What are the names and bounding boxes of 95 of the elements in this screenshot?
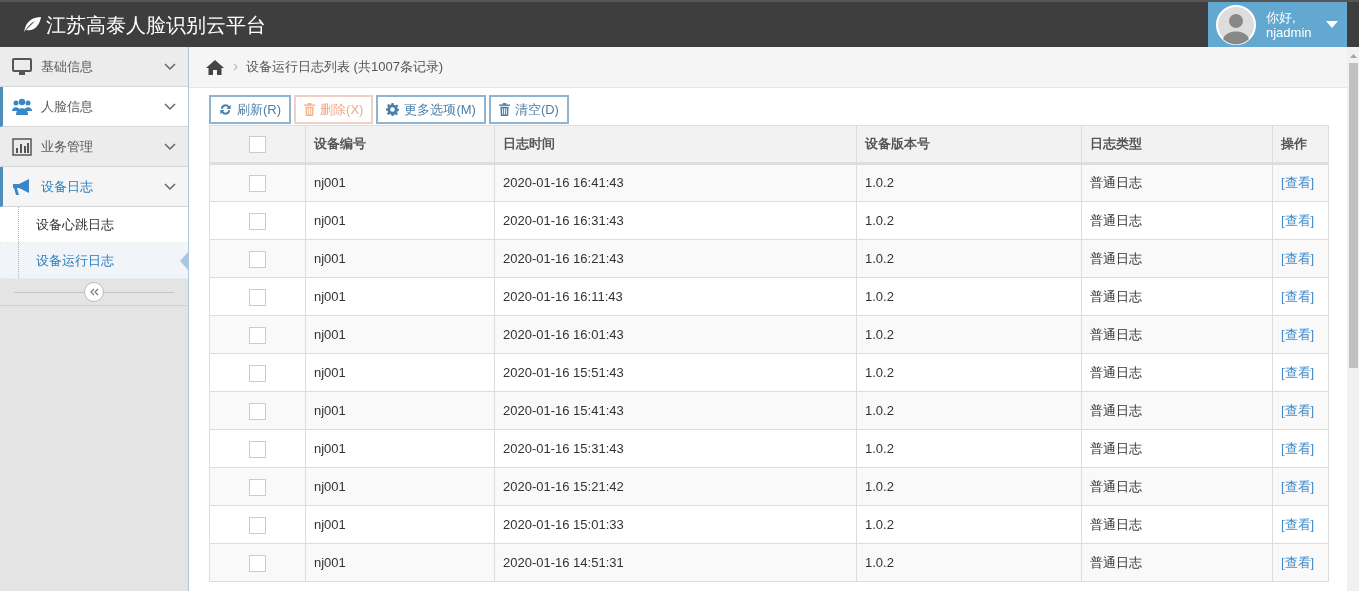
table-cell: 普通日志 <box>1081 277 1273 316</box>
column-header: 日志类型 <box>1081 125 1273 164</box>
breadcrumb-text: 设备运行日志列表 (共1007条记录) <box>246 58 444 77</box>
table-cell: 普通日志 <box>1081 353 1273 392</box>
column-header: 设备版本号 <box>856 125 1082 164</box>
table-cell: 2020-01-16 15:21:42 <box>494 467 857 506</box>
bullhorn-icon <box>12 177 32 196</box>
users-icon <box>12 97 32 116</box>
table-cell: nj001 <box>305 391 495 430</box>
table-cell: 2020-01-16 15:31:43 <box>494 429 857 468</box>
menu-item[interactable]: 设备日志 <box>0 167 188 207</box>
trash-icon <box>304 103 316 116</box>
chevron-down-icon <box>164 62 176 71</box>
table-cell: 2020-01-16 16:11:43 <box>494 277 857 316</box>
avatar-icon <box>1216 4 1256 45</box>
table-cell: 1.0.2 <box>856 543 1082 582</box>
table-cell: 2020-01-16 16:31:43 <box>494 201 857 240</box>
scroll-up-icon[interactable] <box>1349 54 1357 58</box>
home-icon[interactable] <box>206 59 224 75</box>
toolbar-button[interactable]: 刷新(R) <box>209 95 292 124</box>
checkbox[interactable] <box>249 212 266 230</box>
checkbox[interactable] <box>249 478 266 496</box>
checkbox[interactable] <box>249 288 266 306</box>
table-cell: 2020-01-16 15:51:43 <box>494 353 857 392</box>
column-header: 设备编号 <box>305 125 495 164</box>
table-cell: 1.0.2 <box>856 315 1082 354</box>
table-cell: nj001 <box>305 239 495 278</box>
column-header: 操作 <box>1272 125 1329 164</box>
table-cell: 普通日志 <box>1081 315 1273 354</box>
menu-item[interactable]: 基础信息 <box>0 47 188 87</box>
table-cell: nj001 <box>305 277 495 316</box>
checkbox[interactable] <box>249 516 266 534</box>
checkbox[interactable] <box>249 326 266 344</box>
table-cell: nj001 <box>305 315 495 354</box>
bar-chart-icon <box>12 137 32 156</box>
chevron-right-icon <box>233 63 238 71</box>
table-cell: 1.0.2 <box>856 163 1082 202</box>
table-cell: 普通日志 <box>1081 467 1273 506</box>
table-cell: 普通日志 <box>1081 429 1273 468</box>
checkbox[interactable] <box>249 440 266 458</box>
table-cell: 1.0.2 <box>856 429 1082 468</box>
checkbox[interactable] <box>249 250 266 268</box>
table-cell: nj001 <box>305 543 495 582</box>
table-cell: nj001 <box>305 467 495 506</box>
table-cell: 2020-01-16 16:21:43 <box>494 239 857 278</box>
table-cell: nj001 <box>305 505 495 544</box>
chevron-down-icon <box>164 142 176 151</box>
scroll-thumb[interactable] <box>1348 63 1358 368</box>
checkbox[interactable] <box>249 175 266 193</box>
table-cell: nj001 <box>305 201 495 240</box>
toolbar-button[interactable]: 更多选项(M) <box>376 95 486 124</box>
gear-icon <box>386 103 400 116</box>
table-cell: 1.0.2 <box>856 391 1082 430</box>
table-cell: 2020-01-16 14:51:31 <box>494 543 857 582</box>
greeting-text: 你好, <box>1266 9 1297 25</box>
table-cell: 普通日志 <box>1081 391 1273 430</box>
table-cell: 普通日志 <box>1081 505 1273 544</box>
table-cell: 1.0.2 <box>856 277 1082 316</box>
table-cell: 普通日志 <box>1081 543 1273 582</box>
table-cell: 1.0.2 <box>856 239 1082 278</box>
checkbox[interactable] <box>249 402 266 420</box>
table-cell: 2020-01-16 16:41:43 <box>494 163 857 202</box>
chevron-down-icon <box>164 182 176 191</box>
double-chevron-icon <box>89 288 99 296</box>
menu-item[interactable]: 人脸信息 <box>0 87 188 127</box>
chevron-down-icon <box>164 102 176 111</box>
table-cell: 普通日志 <box>1081 163 1273 202</box>
table-cell: 2020-01-16 16:01:43 <box>494 315 857 354</box>
menu-item[interactable]: 业务管理 <box>0 127 188 167</box>
table-cell: nj001 <box>305 353 495 392</box>
toolbar-button[interactable]: 清空(D) <box>488 95 569 124</box>
app-title: 江苏高泰人脸识别云平台 <box>46 12 266 38</box>
table-cell: 普通日志 <box>1081 201 1273 240</box>
refresh-icon <box>219 103 232 116</box>
table-cell: 2020-01-16 15:41:43 <box>494 391 857 430</box>
table-cell: 1.0.2 <box>856 201 1082 240</box>
user-menu[interactable]: 你好, njadmin <box>1208 2 1347 47</box>
checkbox[interactable] <box>249 136 266 154</box>
user-name: njadmin <box>1266 24 1312 40</box>
collapse-button[interactable] <box>84 282 104 302</box>
table-cell: 1.0.2 <box>856 505 1082 544</box>
table-cell: 2020-01-16 15:01:33 <box>494 505 857 544</box>
table-cell: nj001 <box>305 429 495 468</box>
submenu-item[interactable]: 设备心跳日志 <box>0 207 188 243</box>
table-cell: nj001 <box>305 163 495 202</box>
table-cell: 普通日志 <box>1081 239 1273 278</box>
monitor-icon <box>12 57 32 76</box>
table-cell: 1.0.2 <box>856 353 1082 392</box>
trash-icon <box>498 103 510 116</box>
checkbox[interactable] <box>249 364 266 382</box>
caret-icon <box>1325 21 1338 28</box>
column-header: 日志时间 <box>494 125 857 164</box>
checkbox[interactable] <box>249 554 266 572</box>
table-cell: 1.0.2 <box>856 467 1082 506</box>
submenu-item[interactable]: 设备运行日志 <box>0 243 188 279</box>
